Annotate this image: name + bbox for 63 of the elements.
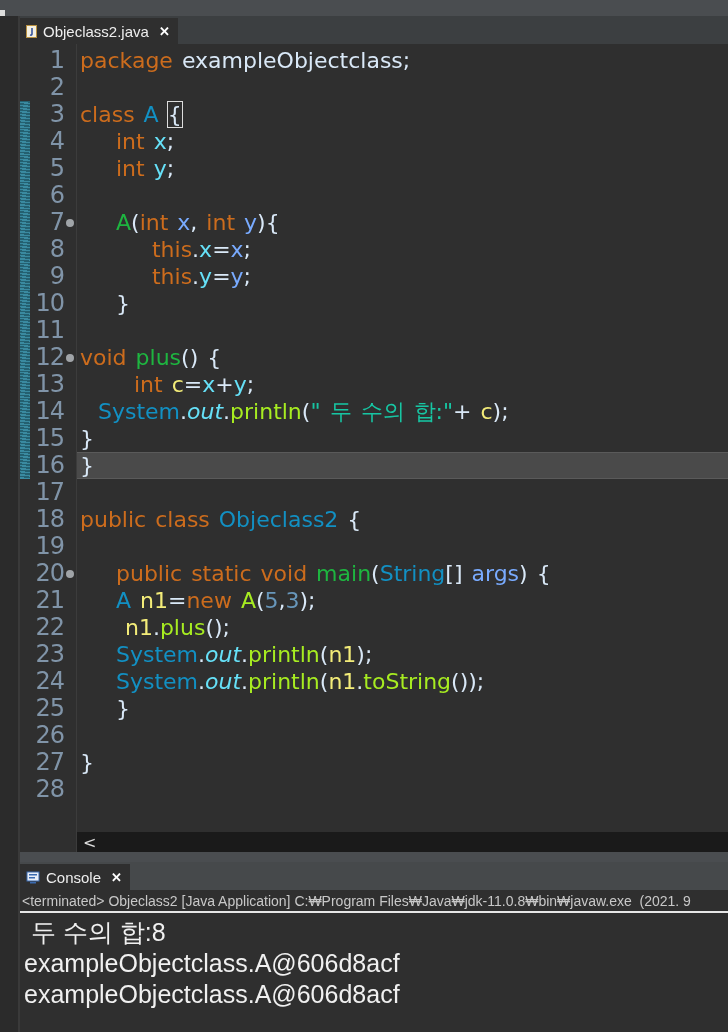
line-number: 22: [34, 614, 64, 641]
code-line: System.out.println(n1.toString());: [114, 668, 485, 695]
code-line: }: [80, 452, 94, 479]
line-number: 5: [48, 155, 64, 182]
code-line: this.x=x;: [150, 236, 251, 263]
console-tab[interactable]: Console ✕: [20, 864, 131, 890]
line-number: 19: [34, 533, 64, 560]
line-number: 24: [34, 668, 64, 695]
fold-icon[interactable]: [66, 570, 74, 578]
console-output-line: exampleObjectclass.A@606d8acf: [24, 979, 401, 1010]
line-number: 10: [34, 290, 64, 317]
fold-icon[interactable]: [66, 219, 74, 227]
line-number: 11: [34, 317, 64, 344]
line-number: 26: [34, 722, 64, 749]
line-number: 3: [48, 101, 64, 128]
console-output-line: 두 수의 합:8: [29, 917, 167, 948]
line-number: 4: [48, 128, 64, 155]
line-number: 12: [34, 344, 64, 371]
code-line: }: [80, 425, 94, 452]
line-number: 13: [34, 371, 64, 398]
horizontal-scrollbar[interactable]: <: [77, 832, 728, 852]
line-number: 7: [48, 209, 64, 236]
console-header: <terminated> Objeclass2 [Java Application] C:₩Program Files₩Java₩jdk-11.0.8₩bin₩javaw.exe (2021. 9: [22, 892, 691, 909]
line-number: 23: [34, 641, 64, 668]
code-line: int c=x+y;: [132, 371, 255, 398]
code-line: System.out.println(n1);: [114, 641, 373, 668]
line-number: 16: [34, 452, 64, 479]
code-line: n1.plus();: [123, 614, 230, 641]
line-number: 21: [34, 587, 64, 614]
close-icon[interactable]: ✕: [111, 869, 123, 885]
code-line: }: [114, 290, 130, 317]
code-line: A n1=new A(5,3);: [114, 587, 316, 614]
line-number: 18: [34, 506, 64, 533]
code-line: public class Objeclass2 {: [80, 506, 362, 533]
line-number: 25: [34, 695, 64, 722]
line-number: 2: [48, 74, 64, 101]
code-line: A(int x, int y){: [114, 209, 280, 236]
code-line: package exampleObjectclass;: [80, 47, 411, 74]
code-line: void plus() {: [80, 344, 222, 371]
line-number: 9: [48, 263, 64, 290]
java-file-icon: [26, 24, 37, 38]
editor-tab[interactable]: Objeclass2.java ✕: [20, 18, 178, 44]
line-number: 28: [34, 776, 64, 803]
line-number: 17: [34, 479, 64, 506]
close-icon[interactable]: ✕: [158, 23, 170, 39]
code-line: }: [80, 749, 94, 776]
line-number: 1: [48, 47, 64, 74]
console-icon: [26, 870, 40, 884]
code-line: System.out.println(" 두 수의 합:"+ c);: [97, 398, 509, 425]
line-number: 8: [48, 236, 64, 263]
code-line: int y;: [114, 155, 175, 182]
code-line: this.y=y;: [150, 263, 251, 290]
fold-icon[interactable]: [66, 354, 74, 362]
line-number: 15: [34, 425, 64, 452]
console-output-line: exampleObjectclass.A@606d8acf: [24, 948, 401, 979]
line-number: 27: [34, 749, 64, 776]
code-line: class A {: [80, 101, 182, 128]
line-number: 20: [34, 560, 64, 587]
code-line: int x;: [114, 128, 175, 155]
code-line: }: [114, 695, 130, 722]
code-line: public static void main(String[] args) {: [114, 560, 551, 587]
line-number: 6: [48, 182, 64, 209]
line-number: 14: [34, 398, 64, 425]
